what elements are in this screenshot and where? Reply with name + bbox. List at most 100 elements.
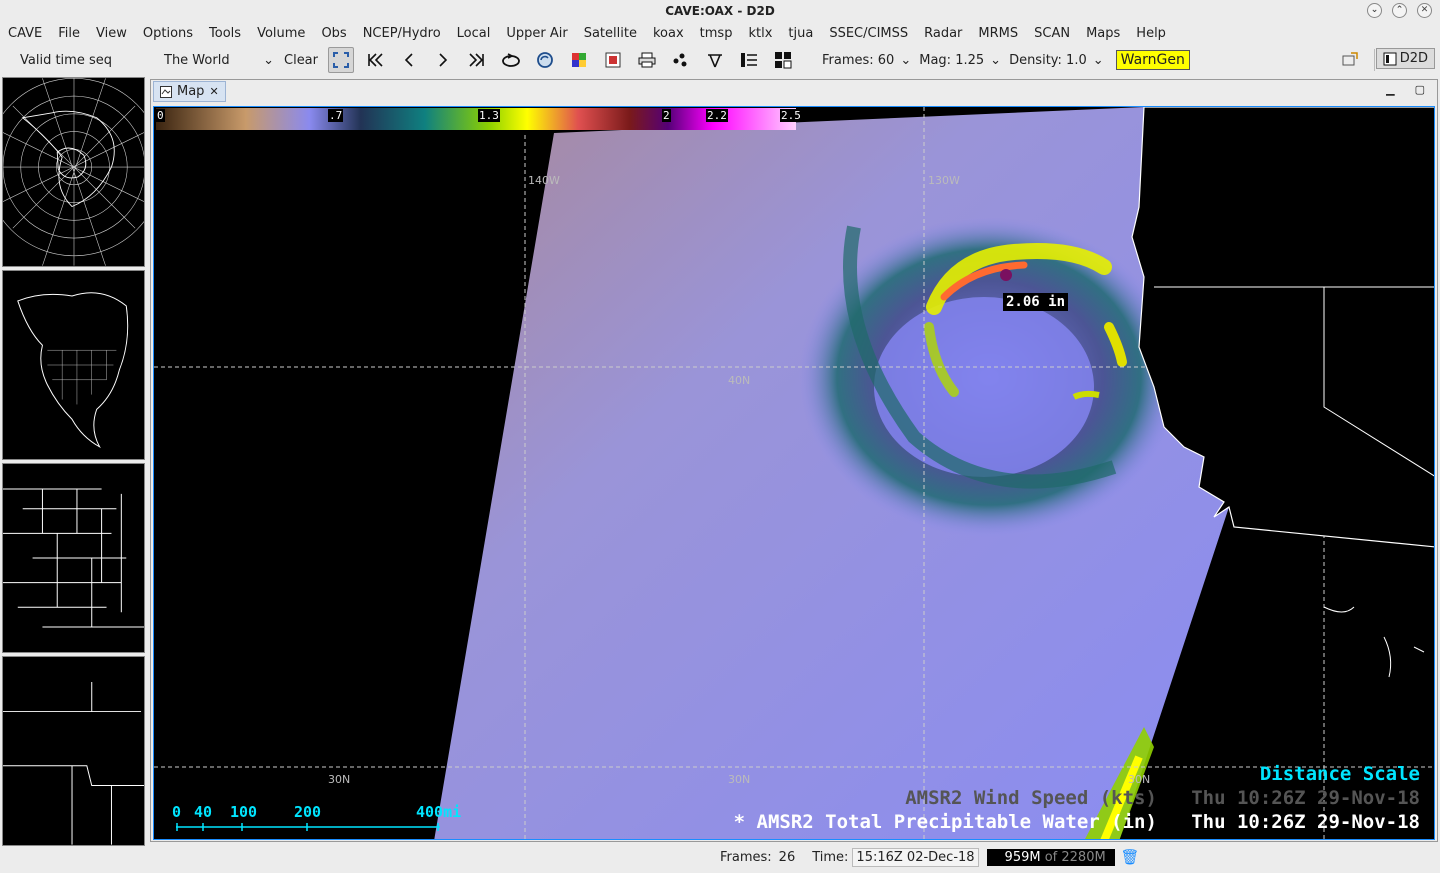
d2d-label: D2D [1399, 51, 1428, 66]
time-status-value: 15:16Z 02-Dec-18 [852, 847, 979, 867]
menu-options[interactable]: Options [135, 26, 201, 41]
menubar: CAVE File View Options Tools Volume Obs … [0, 22, 1440, 44]
memory-used: 959M [1004, 849, 1041, 865]
menu-volume[interactable]: Volume [249, 26, 313, 41]
refresh-icon[interactable] [532, 47, 558, 73]
frames-dropdown[interactable]: Frames: 60 ⌄ [818, 53, 915, 68]
window-title: CAVE:OAX - D2D [665, 4, 775, 18]
scale-tick-label: 400mi [416, 803, 462, 821]
chevron-down-icon: ⌄ [1092, 52, 1104, 68]
area-dropdown[interactable]: The World ⌄ [160, 53, 278, 68]
chevron-down-icon: ⌄ [263, 52, 274, 68]
frames-status-value: 26 [778, 849, 796, 865]
pane-central-us[interactable] [2, 463, 145, 653]
panel-layout-icon[interactable] [736, 47, 762, 73]
menu-ncep-hydro[interactable]: NCEP/Hydro [355, 26, 449, 41]
menu-satellite[interactable]: Satellite [576, 26, 645, 41]
loop-icon[interactable] [498, 47, 524, 73]
last-frame-icon[interactable] [464, 47, 490, 73]
menu-obs[interactable]: Obs [313, 26, 354, 41]
open-perspective-icon[interactable] [1342, 52, 1358, 70]
side-panes [2, 77, 145, 849]
baselines-icon[interactable] [702, 47, 728, 73]
chevron-down-icon: ⌄ [900, 52, 912, 68]
colorbar-label: 2.2 [706, 109, 728, 122]
sample-readout: 2.06 in [1003, 293, 1069, 311]
menu-view[interactable]: View [88, 26, 135, 41]
tab-map-label: Map [177, 84, 205, 99]
panel-toggle-icon[interactable] [770, 47, 796, 73]
scale-bar [176, 823, 440, 831]
menu-ssec-cimss[interactable]: SSEC/CIMSS [821, 26, 916, 41]
density-dropdown[interactable]: Density: 1.0 ⌄ [1005, 53, 1108, 68]
mag-dropdown[interactable]: Mag: 1.25 ⌄ [915, 53, 1005, 68]
frames-status-label: Frames: [720, 849, 772, 865]
print-icon[interactable] [634, 47, 660, 73]
warngen-button[interactable]: WarnGen [1115, 50, 1190, 70]
colorbar-label: 2 [662, 109, 671, 122]
local-thumbnail [3, 681, 144, 845]
first-frame-icon[interactable] [362, 47, 388, 73]
colorbar-label: .7 [328, 109, 344, 122]
legend-wind-speed[interactable]: AMSR2 Wind Speed (kts) Thu 10:26Z 29-Nov… [905, 787, 1420, 809]
menu-scan[interactable]: SCAN [1026, 26, 1078, 41]
prev-frame-icon[interactable] [396, 47, 422, 73]
distance-scale-title: Distance Scale [1259, 763, 1420, 785]
memory-meter: 959M of 2280M [986, 848, 1115, 866]
maximize-panel-icon[interactable]: ▢ [1415, 83, 1425, 96]
close-tab-icon[interactable]: ✕ [209, 85, 218, 98]
mag-label: Mag: 1.25 [919, 52, 985, 68]
menu-cave[interactable]: CAVE [0, 26, 50, 41]
d2d-icon [1383, 52, 1397, 65]
d2d-perspective-button[interactable]: D2D [1375, 48, 1435, 69]
scale-tick-label: 0 [172, 803, 182, 821]
menu-upper-air[interactable]: Upper Air [498, 26, 575, 41]
points-icon[interactable] [668, 47, 694, 73]
polar-map-thumbnail [3, 78, 144, 266]
menu-ktlx[interactable]: ktlx [740, 26, 780, 41]
menu-maps[interactable]: Maps [1078, 26, 1128, 41]
menu-mrms[interactable]: MRMS [970, 26, 1026, 41]
minimize-panel-icon[interactable]: ▁ [1386, 83, 1394, 96]
menu-tjua[interactable]: tjua [780, 26, 821, 41]
clear-button[interactable]: Clear [278, 53, 324, 68]
pane-north-america[interactable] [2, 270, 145, 460]
menu-file[interactable]: File [50, 26, 88, 41]
satellite-image [154, 107, 1434, 839]
time-mode-dropdown[interactable]: Valid time seq [0, 53, 160, 68]
memory-total: of 2280M [1044, 849, 1106, 865]
lat-label: 30N [728, 773, 751, 786]
menu-koax[interactable]: koax [645, 26, 692, 41]
main-map-panel: Map ✕ ▁ ▢ 0 .7 1.3 2 2.2 2.5 140W 130W 4… [150, 79, 1438, 842]
menu-tmsp[interactable]: tmsp [692, 26, 741, 41]
main-toolbar: Valid time seq The World ⌄ Clear Frames:… [0, 45, 1440, 75]
tab-map[interactable]: Map ✕ [153, 81, 226, 102]
colorbar-label: 1.3 [478, 109, 500, 122]
colormap-icon[interactable] [600, 47, 626, 73]
minimize-button[interactable]: ⌄ [1367, 3, 1382, 18]
density-label: Density: 1.0 [1009, 52, 1087, 68]
close-button[interactable]: ✕ [1417, 3, 1432, 18]
legend-precip-water[interactable]: * AMSR2 Total Precipitable Water (in) Th… [734, 811, 1420, 833]
frames-label: Frames: 60 [822, 52, 895, 68]
menu-local[interactable]: Local [449, 26, 499, 41]
image-combine-icon[interactable] [566, 47, 592, 73]
pane-world-polar[interactable] [2, 77, 145, 267]
colorbar: 0 .7 1.3 2 2.2 2.5 [156, 108, 802, 132]
menu-help[interactable]: Help [1128, 26, 1174, 41]
status-bar: Frames: 26 Time: 15:16Z 02-Dec-18 959M o… [0, 845, 1440, 869]
next-frame-icon[interactable] [430, 47, 456, 73]
lat-label: 30N [328, 773, 351, 786]
menu-tools[interactable]: Tools [201, 26, 249, 41]
colorbar-label: 0 [156, 109, 165, 122]
menu-radar[interactable]: Radar [916, 26, 970, 41]
trash-icon[interactable]: 🗑 [1121, 848, 1140, 866]
window-titlebar: CAVE:OAX - D2D ⌄ ⌃ ✕ [0, 0, 1440, 22]
maximize-button[interactable]: ⌃ [1392, 3, 1407, 18]
north-america-thumbnail [17, 292, 129, 449]
map-icon [160, 85, 172, 98]
lat-label: 30N [1128, 773, 1151, 786]
map-view[interactable]: 0 .7 1.3 2 2.2 2.5 140W 130W 40N 30N 30N… [153, 106, 1435, 840]
pane-local[interactable] [2, 656, 145, 846]
zoom-fit-icon[interactable] [328, 47, 354, 73]
